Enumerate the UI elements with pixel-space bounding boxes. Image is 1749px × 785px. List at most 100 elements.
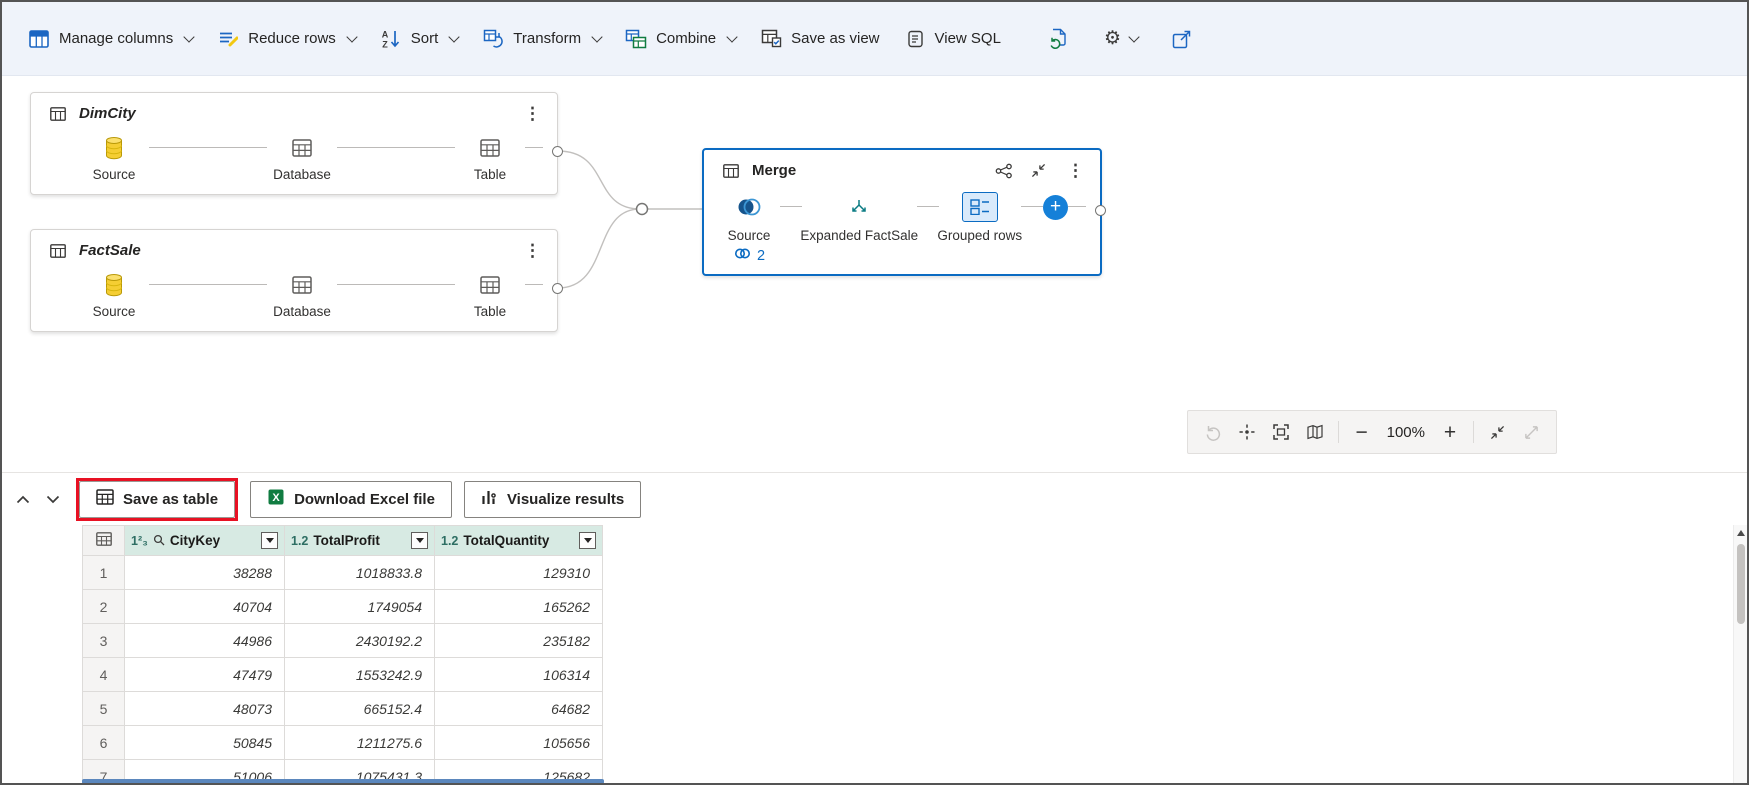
- step-database[interactable]: Database: [267, 135, 337, 182]
- save-as-view-button[interactable]: Save as view: [748, 19, 891, 59]
- gear-icon: ⚙: [1103, 28, 1121, 49]
- fit-to-screen-icon[interactable]: [1270, 418, 1292, 446]
- center-diagram-icon[interactable]: [1236, 418, 1258, 446]
- query-card-dimcity[interactable]: DimCity ⋮ Source Database Table: [30, 92, 563, 195]
- data-cell[interactable]: 1018833.8: [284, 555, 435, 590]
- data-cell[interactable]: 50845: [124, 725, 285, 760]
- data-cell[interactable]: 38288: [124, 555, 285, 590]
- horizontal-scrollbar[interactable]: [82, 779, 726, 783]
- filter-dropdown-button[interactable]: [261, 532, 278, 549]
- collapse-card-icon[interactable]: [1026, 163, 1051, 178]
- row-number-cell[interactable]: 3: [82, 623, 125, 658]
- manage-columns-menu[interactable]: Manage columns: [16, 19, 205, 59]
- step-expanded-factsale[interactable]: Expanded FactSale: [800, 192, 918, 243]
- undo-layout-icon[interactable]: [1202, 418, 1224, 446]
- zoom-level[interactable]: 100%: [1385, 424, 1427, 441]
- open-in-new-window-icon[interactable]: [1172, 29, 1192, 49]
- expand-column-icon: [849, 192, 869, 222]
- step-source[interactable]: Source: [79, 135, 149, 182]
- top-toolbar: Manage columns Reduce rows AZ Sort Trans…: [2, 2, 1747, 76]
- excel-icon: X: [267, 488, 285, 510]
- data-cell[interactable]: 105656: [434, 725, 603, 760]
- output-port[interactable]: [1095, 205, 1106, 216]
- more-options-icon[interactable]: ⋮: [1059, 161, 1092, 181]
- save-as-table-highlight-box: Save as table: [76, 477, 239, 521]
- data-cell[interactable]: 106314: [434, 657, 603, 692]
- data-cell[interactable]: 64682: [434, 691, 603, 726]
- data-cell[interactable]: 235182: [434, 623, 603, 658]
- pane-nav: [16, 495, 60, 504]
- link-icon: [734, 247, 751, 264]
- refresh-script-icon[interactable]: [1049, 28, 1070, 50]
- column-header-citykey[interactable]: 1²₃ CityKey: [124, 525, 285, 556]
- row-number-cell[interactable]: 2: [82, 589, 125, 624]
- vertical-scrollbar[interactable]: [1733, 525, 1747, 783]
- combine-menu[interactable]: Combine: [613, 19, 748, 59]
- transform-menu[interactable]: Transform: [470, 19, 613, 59]
- step-grouped-rows-selected[interactable]: Grouped rows: [937, 192, 1022, 243]
- sort-menu[interactable]: AZ Sort: [368, 19, 471, 59]
- step-merge-source[interactable]: Source: [718, 192, 780, 243]
- diagram-canvas[interactable]: DimCity ⋮ Source Database Table FactSale…: [2, 76, 1747, 472]
- download-excel-button[interactable]: X Download Excel file: [250, 480, 452, 518]
- grid-corner-cell[interactable]: [82, 525, 125, 556]
- data-cell[interactable]: 1553242.9: [284, 657, 435, 692]
- reference-icon[interactable]: [990, 163, 1018, 179]
- output-port[interactable]: [552, 283, 563, 294]
- collapse-all-icon[interactable]: [1486, 418, 1508, 446]
- query-card-factsale[interactable]: FactSale ⋮ Source Database Table: [30, 229, 563, 332]
- filter-dropdown-button[interactable]: [411, 532, 428, 549]
- data-cell[interactable]: 665152.4: [284, 691, 435, 726]
- query-name: DimCity: [79, 105, 136, 122]
- step-table[interactable]: Table: [455, 135, 525, 182]
- data-cell[interactable]: 129310: [434, 555, 603, 590]
- data-cell[interactable]: 48073: [124, 691, 285, 726]
- step-connector: [149, 147, 267, 149]
- settings-menu[interactable]: ⚙: [1103, 28, 1140, 49]
- zoom-out-button[interactable]: −: [1351, 418, 1373, 446]
- reduce-rows-menu[interactable]: Reduce rows: [205, 19, 368, 59]
- expand-pane-chevron-down[interactable]: [46, 495, 60, 504]
- step-connector: [1021, 206, 1043, 208]
- row-number-cell[interactable]: 5: [82, 691, 125, 726]
- filter-dropdown-button[interactable]: [579, 532, 596, 549]
- row-number-cell[interactable]: 1: [82, 555, 125, 590]
- save-as-view-icon: [760, 28, 782, 50]
- grouped-rows-icon: [970, 199, 989, 215]
- data-cell[interactable]: 1749054: [284, 589, 435, 624]
- column-header-totalprofit[interactable]: 1.2 TotalProfit: [284, 525, 435, 556]
- output-port[interactable]: [552, 146, 563, 157]
- more-options-icon[interactable]: ⋮: [516, 104, 549, 124]
- separator: [1473, 421, 1474, 443]
- query-card-merge[interactable]: Merge ⋮ Source Expanded FactSale Grouped…: [702, 148, 1106, 276]
- scrollbar-thumb[interactable]: [1737, 544, 1745, 624]
- row-number-cell[interactable]: 4: [82, 657, 125, 692]
- step-database[interactable]: Database: [267, 272, 337, 319]
- step-connector: [525, 284, 543, 286]
- data-cell[interactable]: 40704: [124, 589, 285, 624]
- zoom-in-button[interactable]: +: [1439, 418, 1461, 446]
- junction-port: [635, 202, 649, 216]
- scrollbar-thumb[interactable]: [82, 779, 604, 783]
- collapse-pane-chevron-up[interactable]: [16, 495, 30, 504]
- data-cell[interactable]: 165262: [434, 589, 603, 624]
- visualize-results-button[interactable]: Visualize results: [463, 480, 642, 518]
- more-options-icon[interactable]: ⋮: [516, 241, 549, 261]
- expand-all-icon[interactable]: [1520, 418, 1542, 446]
- references-link[interactable]: 2: [704, 245, 1100, 274]
- data-cell[interactable]: 2430192.2: [284, 623, 435, 658]
- minimap-icon[interactable]: [1304, 418, 1326, 446]
- column-header-totalquantity[interactable]: 1.2 TotalQuantity: [434, 525, 603, 556]
- grid-header-row: 1²₃ CityKey 1.2 TotalProfit 1.2 TotalQua…: [82, 525, 603, 556]
- data-cell[interactable]: 44986: [124, 623, 285, 658]
- save-as-table-button[interactable]: Save as table: [79, 480, 236, 518]
- data-cell[interactable]: 47479: [124, 657, 285, 692]
- data-cell[interactable]: 1211275.6: [284, 725, 435, 760]
- view-sql-button[interactable]: View SQL: [892, 19, 1013, 59]
- add-step-button[interactable]: +: [1043, 194, 1068, 220]
- step-source[interactable]: Source: [79, 272, 149, 319]
- transform-icon: [482, 28, 504, 50]
- scroll-up-arrow[interactable]: [1737, 530, 1745, 536]
- step-table[interactable]: Table: [455, 272, 525, 319]
- row-number-cell[interactable]: 6: [82, 725, 125, 760]
